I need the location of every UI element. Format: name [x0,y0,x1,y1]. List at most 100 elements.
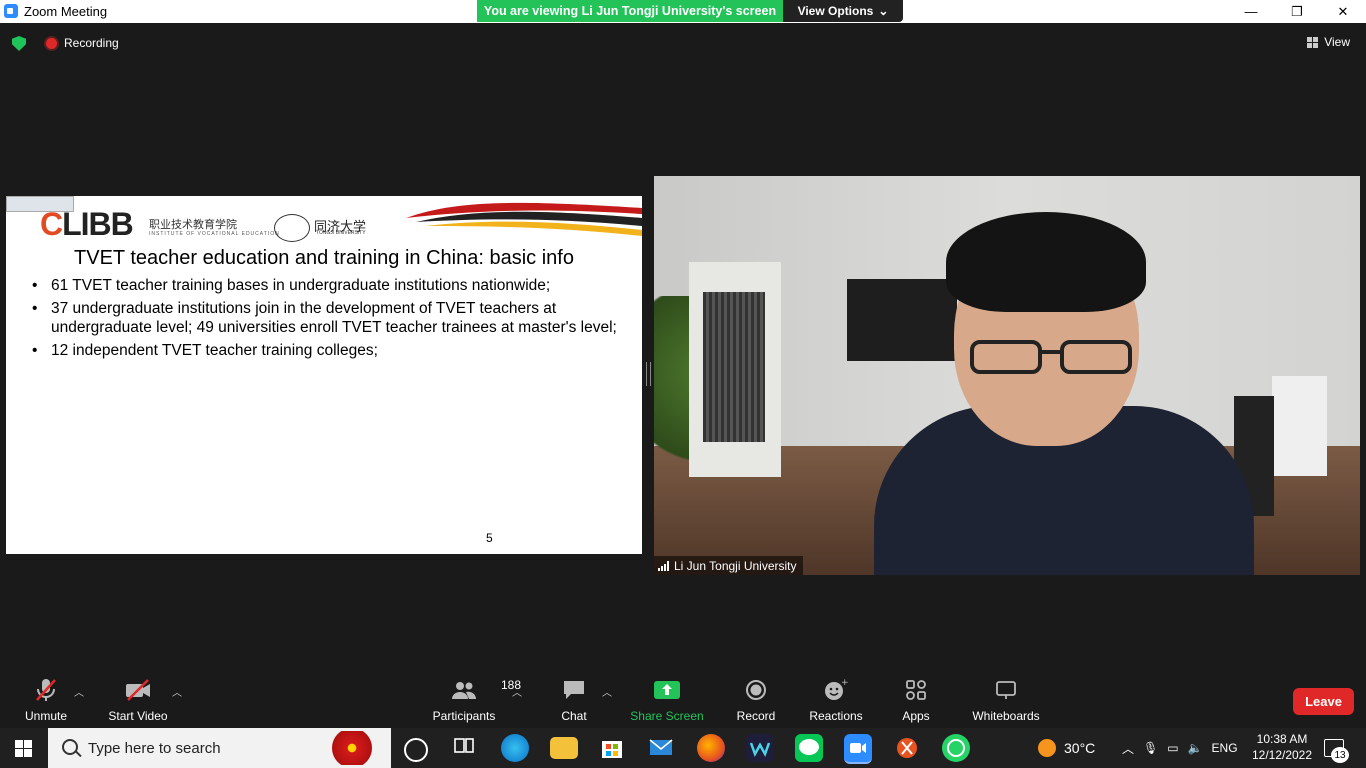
video-air-conditioner [689,262,781,477]
chat-bubble-icon [564,681,584,699]
whiteboard-icon [996,681,1016,699]
input-language[interactable]: ENG [1212,741,1238,755]
apps-label: Apps [902,709,930,723]
network-tray-icon[interactable]: ▭ [1167,741,1178,755]
record-icon [746,680,766,700]
windows-taskbar: Type here to search 30°C ︿ 🎙 ▭ 🔈 ENG 10:… [0,728,1366,768]
taskbar-clock[interactable]: 10:38 AM 12/12/2022 [1250,731,1314,763]
reactions-smiley-icon: + [825,678,848,700]
restore-button[interactable]: ❐ [1274,0,1320,23]
start-video-label: Start Video [108,709,168,723]
svg-text:+: + [841,678,848,688]
signal-strength-icon [658,560,669,571]
sun-weather-icon [1038,739,1056,757]
edge-browser-icon[interactable] [501,734,529,762]
leave-meeting-button[interactable]: Leave [1293,688,1354,715]
view-button[interactable]: View [1307,35,1350,49]
video-person-glasses [970,340,1132,374]
search-icon [62,739,78,755]
snipping-tool-icon[interactable] [893,734,921,762]
video-tv-screen [847,279,957,361]
temperature-label: 30°C [1064,740,1096,756]
chevron-down-icon: ⌄ [878,4,889,18]
reactions-label: Reactions [809,709,863,723]
weather-widget[interactable]: 30°C [1038,728,1095,768]
slide-bullet-item: 12 independent TVET teacher training col… [32,341,632,360]
share-screen-label: Share Screen [630,709,704,723]
participant-name-tag: Li Jun Tongji University [654,556,803,575]
reactions-button[interactable]: + Reactions [806,674,866,728]
unmute-label: Unmute [24,709,68,723]
security-shield-icon[interactable] [12,36,26,51]
video-person-hair [946,212,1146,312]
view-options-button[interactable]: View Options ⌄ [783,0,903,22]
mail-icon[interactable] [648,734,676,762]
viewing-screen-banner: You are viewing Li Jun Tongji University… [477,0,783,22]
share-screen-icon [654,681,680,699]
clock-time: 10:38 AM [1256,732,1308,746]
meeting-toolbar: Unmute ︿ Start Video ︿ 188 Participants … [0,674,1366,728]
chat-label: Chat [561,709,587,723]
taskbar-search-box[interactable]: Type here to search [48,728,391,768]
system-tray: ︿ 🎙 ▭ 🔈 ENG [1122,728,1238,768]
volume-tray-icon[interactable]: 🔈 [1188,741,1203,755]
whiteboards-button[interactable]: Whiteboards [970,674,1042,728]
microphone-muted-icon [36,679,56,701]
slide-page-number: 5 [486,531,493,545]
participants-icon [452,682,477,699]
line-app-icon[interactable] [795,734,823,762]
minimize-button[interactable]: — [1228,0,1274,23]
participants-button[interactable]: 188 Participants [430,674,521,728]
university-seal-icon [274,214,310,242]
close-button[interactable]: ✕ [1320,0,1366,23]
participants-label: Participants [432,709,496,723]
grid-view-icon [1307,36,1319,48]
slide-title: TVET teacher education and training in C… [74,247,574,269]
start-video-button[interactable]: Start Video [106,674,170,728]
recording-dot-icon [46,38,57,49]
shared-screen-slide: CLIBB 职业技术教育学院 INSTITUTE OF VOCATIONAL E… [6,196,642,554]
share-screen-button[interactable]: Share Screen [630,674,704,728]
microphone-tray-icon[interactable]: 🎙 [1143,741,1158,755]
search-highlight-poinsettia-icon [324,731,380,765]
slide-bullet-list: 61 TVET teacher training bases in underg… [32,276,632,364]
window-title: Zoom Meeting [24,4,108,19]
clibb-logo: CLIBB [40,206,134,242]
video-options-caret-icon[interactable]: ︿ [172,684,182,699]
task-view-icon[interactable] [452,734,480,762]
file-explorer-icon[interactable] [550,737,578,759]
audio-options-caret-icon[interactable]: ︿ [74,684,84,699]
microsoft-store-icon[interactable] [599,734,627,762]
clock-date: 12/12/2022 [1251,748,1313,762]
video-camera-off-icon [126,679,150,701]
participant-name: Li Jun Tongji University [674,558,797,573]
split-view-handle[interactable] [646,362,651,386]
webex-app-icon[interactable] [746,734,774,762]
cortana-icon[interactable] [404,738,428,762]
video-water-cooler [1272,376,1327,476]
chat-caret-icon[interactable]: ︿ [602,684,612,699]
firefox-browser-icon[interactable] [697,734,725,762]
whatsapp-icon[interactable] [942,734,970,762]
record-label: Record [736,709,776,723]
meeting-topbar: Recording View [0,23,1366,63]
apps-button[interactable]: Apps [900,674,932,728]
chat-button[interactable]: Chat [556,674,592,728]
view-label: View [1324,35,1350,49]
participant-video[interactable] [654,176,1360,575]
search-placeholder: Type here to search [88,740,221,757]
apps-icon [906,680,926,700]
slide-bullet-item: 37 undergraduate institutions join in th… [32,299,632,337]
slide-bullet-item: 61 TVET teacher training bases in underg… [32,276,632,295]
institute-name-cn: 职业技术教育学院 [149,219,237,231]
zoom-app-icon [4,4,18,18]
windows-start-icon[interactable] [15,740,32,757]
record-button[interactable]: Record [734,674,778,728]
unmute-button[interactable]: Unmute [22,674,70,728]
view-options-label: View Options [797,4,874,18]
participants-caret-icon[interactable]: ︿ [512,684,522,699]
zoom-taskbar-icon[interactable] [844,734,872,764]
show-hidden-icons-chevron-icon[interactable]: ︿ [1122,740,1134,757]
recording-label: Recording [64,36,119,50]
institute-name-en: INSTITUTE OF VOCATIONAL EDUCATION [149,231,280,237]
